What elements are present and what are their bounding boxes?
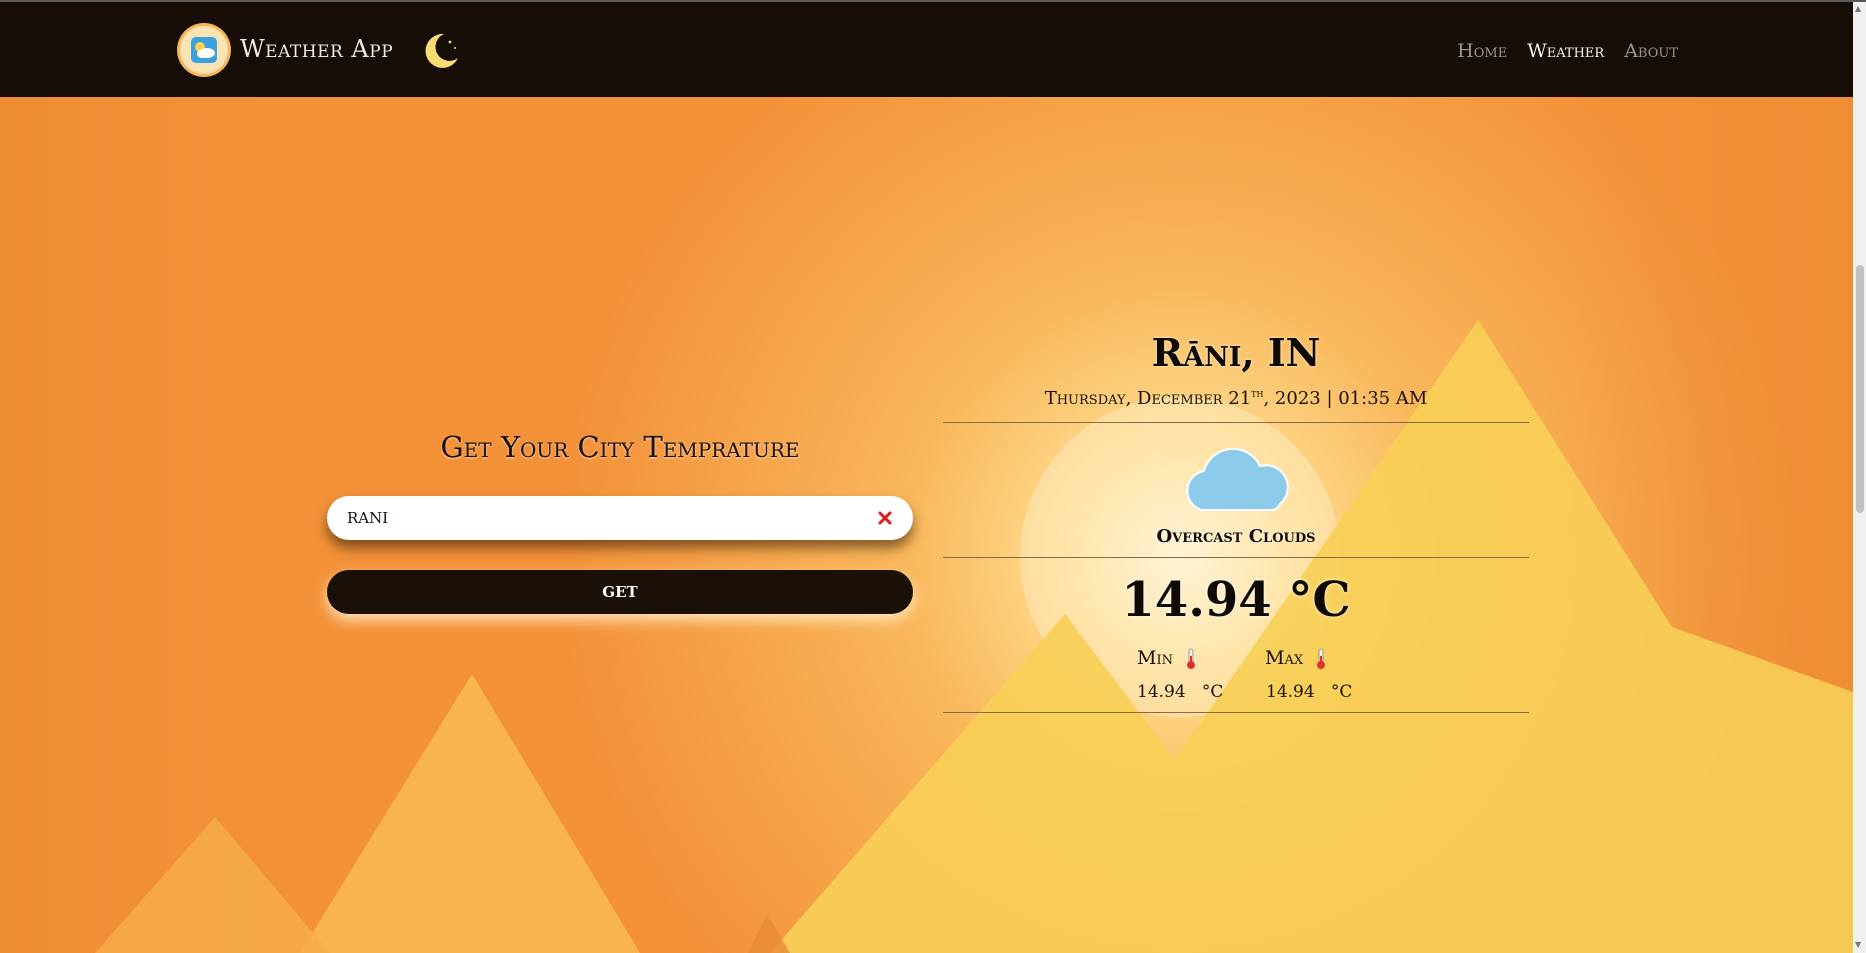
year-time-text: , 2023 | 01:35 AM <box>1263 388 1428 409</box>
search-box <box>327 496 913 540</box>
nav-links: Home Weather About <box>1457 40 1678 62</box>
date-text: Thursday, December 21 <box>1044 388 1252 409</box>
min-temperature: 14.94 °C <box>1137 682 1224 702</box>
date-ordinal: th <box>1251 387 1264 400</box>
brand-title[interactable]: Weather App <box>240 35 393 63</box>
nav-link-home[interactable]: Home <box>1457 40 1507 62</box>
scrollbar-thumb[interactable] <box>1856 265 1864 513</box>
thermometer-icon <box>1317 648 1326 669</box>
max-temperature: 14.94 °C <box>1266 682 1353 702</box>
close-icon[interactable] <box>875 508 895 528</box>
form-title: Get Your City Temprature <box>440 430 800 464</box>
min-label: Min <box>1137 647 1173 669</box>
min-label-group: Min <box>1137 647 1197 670</box>
divider <box>943 557 1529 558</box>
get-button[interactable]: GET <box>327 570 913 614</box>
weather-condition: Overcast Clouds <box>1156 526 1316 547</box>
divider <box>943 712 1529 713</box>
current-temperature: 14.94 °C <box>1121 572 1351 628</box>
divider <box>943 422 1529 423</box>
navbar: Weather App Home Weather About <box>0 2 1853 97</box>
city-input[interactable] <box>347 496 847 540</box>
max-label: Max <box>1265 647 1304 669</box>
moon-icon[interactable] <box>420 30 462 72</box>
cloud-icon <box>1180 438 1290 514</box>
weather-logo-icon[interactable] <box>180 26 228 74</box>
thermometer-icon <box>1187 648 1196 669</box>
date-time: Thursday, December 21th, 2023 | 01:35 AM <box>943 387 1529 409</box>
background-scenery <box>0 2 1853 953</box>
scroll-down-arrow-icon[interactable]: ▼ <box>1855 940 1861 949</box>
nav-link-about[interactable]: About <box>1624 40 1678 62</box>
page: Weather App Home Weather About Get Your … <box>0 2 1853 953</box>
scroll-up-arrow-icon[interactable]: ▲ <box>1855 4 1861 13</box>
nav-link-weather[interactable]: Weather <box>1527 40 1604 62</box>
city-name: Rāni, IN <box>1151 330 1321 375</box>
max-label-group: Max <box>1265 647 1327 670</box>
